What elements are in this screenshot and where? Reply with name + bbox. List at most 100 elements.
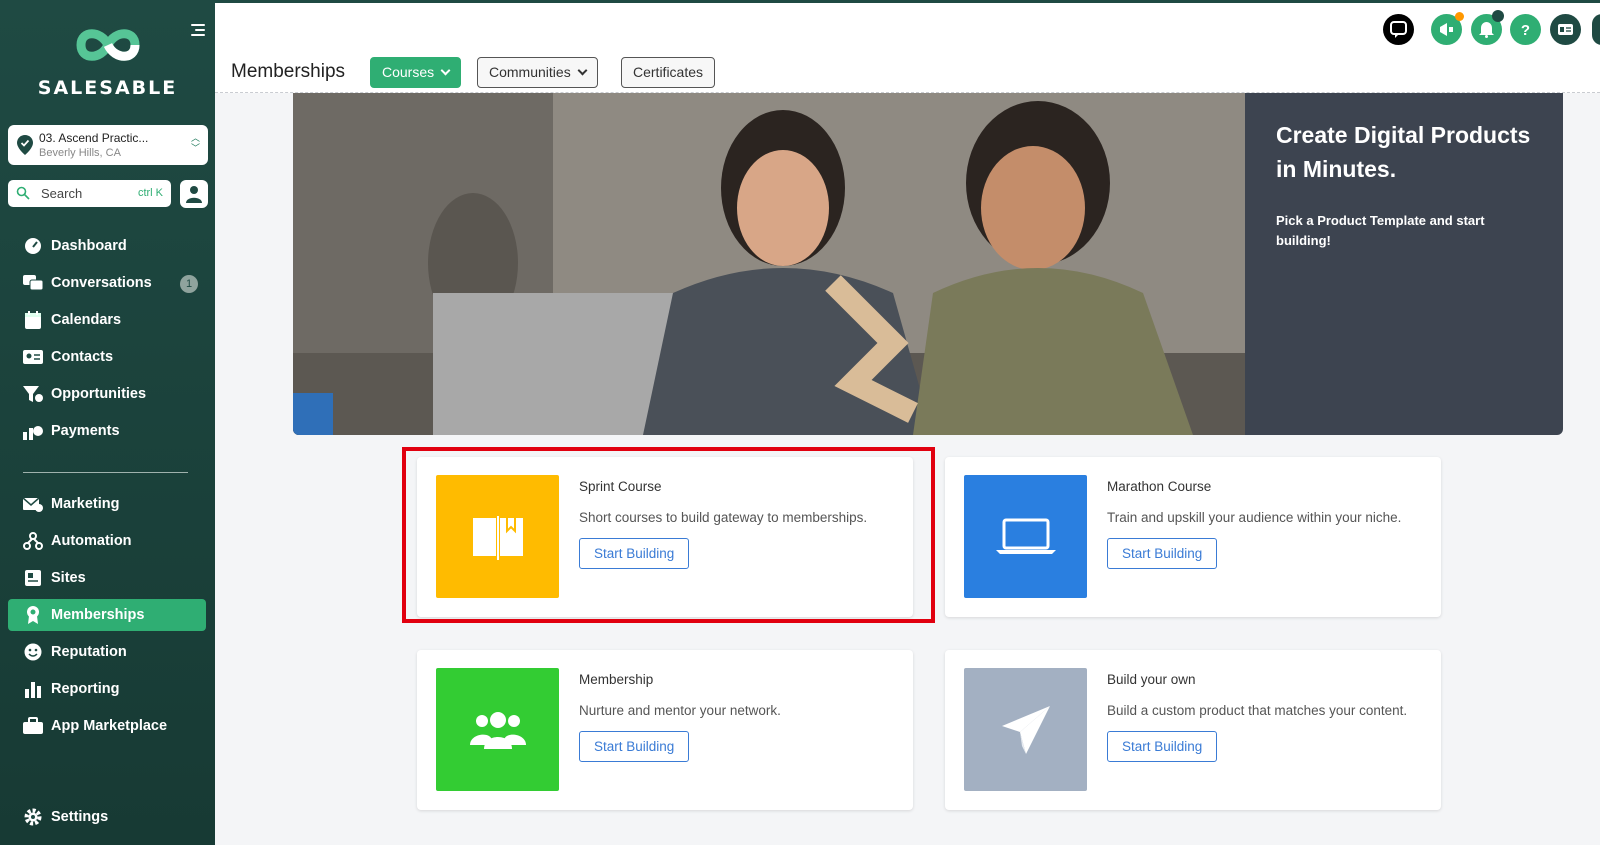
top-header: ? <box>215 0 1600 52</box>
chevron-up-down-icon: ︿ ﹀ <box>190 133 200 153</box>
sidebar-item-reputation[interactable]: Reputation <box>8 636 206 668</box>
sidebar-item-label: Dashboard <box>51 238 127 254</box>
hero-subtitle: Pick a Product Template and start buildi… <box>1276 213 1485 248</box>
funnel-icon <box>23 386 43 402</box>
calendar-icon <box>25 311 41 329</box>
search-button[interactable]: Search ctrl K <box>8 180 171 207</box>
sites-icon <box>25 570 41 586</box>
user-icon <box>186 186 202 203</box>
briefcase-icon <box>23 717 43 734</box>
sidebar-item-conversations[interactable]: Conversations 1 <box>8 267 206 299</box>
brand-logo[interactable]: SALESABLE <box>0 22 215 99</box>
sidebar-item-label: Marketing <box>51 496 120 512</box>
tab-communities[interactable]: Communities <box>477 57 598 88</box>
sidebar-item-payments[interactable]: Payments <box>8 415 206 447</box>
megaphone-icon <box>1440 23 1453 36</box>
sidebar-item-opportunities[interactable]: Opportunities <box>8 378 206 410</box>
bell-icon <box>1479 22 1494 38</box>
collapse-menu-icon[interactable] <box>189 24 205 38</box>
sidebar-item-marketing[interactable]: Marketing <box>8 488 206 520</box>
card-description: Nurture and mentor your network. <box>579 703 781 718</box>
hero-title: Create Digital Products in Minutes. <box>1276 122 1531 182</box>
location-city: Beverly Hills, CA <box>39 147 121 159</box>
sidebar-item-label: Reporting <box>51 681 120 697</box>
card-title: Build your own <box>1107 672 1196 687</box>
sidebar-item-label: Opportunities <box>51 386 147 402</box>
award-icon <box>27 606 39 624</box>
tab-label: Courses <box>382 64 435 80</box>
card-title: Marathon Course <box>1107 479 1212 494</box>
sidebar-item-app-marketplace[interactable]: App Marketplace <box>8 710 206 742</box>
notifications-button[interactable] <box>1471 10 1504 45</box>
sidebar-item-dashboard[interactable]: Dashboard <box>8 230 206 262</box>
template-card-build-your-own[interactable]: Build your own Build a custom product th… <box>945 650 1441 810</box>
profile-card-button[interactable] <box>1550 14 1581 45</box>
infinity-logo-icon <box>75 29 140 61</box>
sidebar-item-label: Payments <box>51 423 120 439</box>
sidebar-item-settings[interactable]: Settings <box>8 801 206 833</box>
svg-text:?: ? <box>1521 22 1530 38</box>
hero-banner: Create Digital Products in Minutes. Pick… <box>293 93 1563 435</box>
search-icon <box>16 186 30 200</box>
gauge-icon <box>25 238 41 254</box>
chevron-down-icon <box>577 65 588 76</box>
smiley-icon <box>24 643 42 661</box>
tab-courses[interactable]: Courses <box>370 57 462 88</box>
card-description: Train and upskill your audience within y… <box>1107 510 1402 525</box>
sidebar-item-label: Settings <box>51 809 109 825</box>
page-title: Memberships <box>231 61 346 82</box>
chat-bubble-icon <box>1390 21 1407 38</box>
location-pin-icon <box>17 135 33 155</box>
question-icon: ? <box>1521 22 1530 38</box>
sidebar-item-label: Sites <box>51 570 86 586</box>
location-switcher[interactable]: 03. Ascend Practic... Beverly Hills, CA … <box>8 125 208 165</box>
contact-card-icon <box>23 350 43 364</box>
sidebar-item-label: Automation <box>51 533 132 549</box>
card-thumbnail <box>436 668 559 791</box>
sidebar-item-automation[interactable]: Automation <box>8 525 206 557</box>
paper-plane-icon <box>1001 705 1050 754</box>
tab-label: Communities <box>489 64 571 80</box>
megaphone-mail-icon <box>23 497 43 512</box>
more-options-edge[interactable] <box>1592 14 1600 45</box>
template-card-membership[interactable]: Membership Nurture and mentor your netwo… <box>417 650 913 810</box>
laptop-icon <box>995 518 1056 554</box>
sidebar-item-reporting[interactable]: Reporting <box>8 673 206 705</box>
sidebar-item-label: Conversations <box>51 275 152 291</box>
brand-name: SALESABLE <box>37 77 178 99</box>
group-icon <box>469 711 526 749</box>
sidebar-divider <box>23 472 188 473</box>
sidebar-item-label: Memberships <box>51 607 145 623</box>
id-card-icon <box>1558 24 1573 35</box>
gear-icon <box>24 808 42 826</box>
start-building-button[interactable]: Start Building <box>579 731 690 762</box>
tab-certificates[interactable]: Certificates <box>621 57 716 88</box>
sidebar-item-memberships[interactable]: Memberships <box>8 599 206 631</box>
notification-dot <box>1455 12 1464 21</box>
location-name: 03. Ascend Practic... <box>39 131 149 145</box>
chat-icon <box>23 275 43 291</box>
template-card-marathon-course[interactable]: Marathon Course Train and upskill your a… <box>945 457 1441 617</box>
announcements-button[interactable] <box>1431 12 1464 45</box>
unread-badge: 1 <box>180 275 198 293</box>
sidebar-item-contacts[interactable]: Contacts <box>8 341 206 373</box>
help-button[interactable]: ? <box>1510 14 1541 45</box>
chevron-down-icon <box>440 65 451 76</box>
hero-panel: Create Digital Products in Minutes. Pick… <box>1245 93 1563 435</box>
memberships-subnav: Memberships Courses Communities Certific… <box>215 52 1600 93</box>
start-building-button[interactable]: Start Building <box>1107 538 1218 569</box>
chat-widget-button[interactable] <box>1383 14 1414 45</box>
sidebar-item-calendars[interactable]: Calendars <box>8 304 206 336</box>
sidebar-item-label: App Marketplace <box>51 718 168 734</box>
sidebar-item-label: Reputation <box>51 644 127 660</box>
start-building-button[interactable]: Start Building <box>1107 731 1218 762</box>
user-avatar-button[interactable] <box>180 180 208 208</box>
search-label: Search <box>41 186 83 201</box>
bar-chart-icon <box>25 682 41 698</box>
tab-label: Certificates <box>633 64 704 80</box>
sidebar-item-sites[interactable]: Sites <box>8 562 206 594</box>
notification-dot <box>1492 10 1504 22</box>
card-title: Membership <box>579 672 654 687</box>
sidebar-item-label: Contacts <box>51 349 114 365</box>
search-shortcut: ctrl K <box>137 187 163 199</box>
